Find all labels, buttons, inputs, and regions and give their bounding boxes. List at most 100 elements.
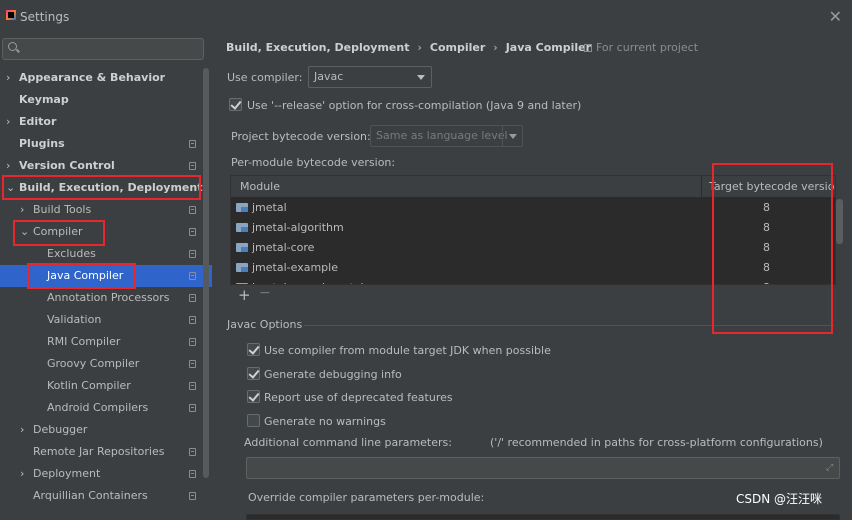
project-scope-icon — [189, 206, 196, 214]
sidebar-item-label: Android Compilers — [47, 401, 149, 414]
deprecated-features-label: Report use of deprecated features — [264, 391, 453, 404]
sidebar-item-java-compiler[interactable]: Java Compiler — [0, 265, 212, 287]
no-warnings-checkbox[interactable] — [247, 414, 260, 427]
column-header-module[interactable]: Module — [240, 180, 280, 193]
window-title: Settings — [20, 10, 70, 24]
sidebar-item-label: Annotation Processors — [47, 291, 170, 304]
override-params-table — [246, 514, 840, 520]
search-input[interactable] — [23, 41, 198, 57]
sidebar-item-excludes[interactable]: Excludes — [0, 243, 212, 265]
search-box[interactable] — [2, 38, 204, 60]
sidebar-item-build-tools[interactable]: › Build Tools — [0, 199, 212, 221]
project-scope-icon — [189, 338, 196, 346]
sidebar-item-label: Keymap — [19, 93, 69, 106]
sidebar-item-rmi-compiler[interactable]: RMI Compiler — [0, 331, 212, 353]
target-version[interactable]: 8 — [763, 238, 770, 258]
use-module-jdk-checkbox[interactable] — [247, 343, 260, 356]
project-scope-icon — [189, 162, 196, 170]
use-module-jdk-label: Use compiler from module target JDK when… — [264, 344, 551, 357]
table-row[interactable]: jmetal-algorithm 8 — [231, 218, 835, 238]
chevron-down-icon: ⌄ — [6, 181, 16, 194]
sidebar-item-groovy-compiler[interactable]: Groovy Compiler — [0, 353, 212, 375]
sidebar-item-android-compilers[interactable]: Android Compilers — [0, 397, 212, 419]
table-header: Module Target bytecode version — [231, 176, 835, 198]
breadcrumb-separator: › — [417, 41, 422, 54]
module-folder-icon — [236, 243, 248, 252]
sidebar-item-editor[interactable]: › Editor — [0, 111, 212, 133]
table-toolbar: + − — [230, 284, 836, 304]
module-folder-icon — [236, 203, 248, 212]
sidebar-item-compiler[interactable]: ⌄ Compiler — [0, 221, 212, 243]
project-scope-icon — [189, 228, 196, 236]
table-row[interactable]: jmetal-core 8 — [231, 238, 835, 258]
target-version[interactable]: 8 — [763, 258, 770, 278]
chevron-right-icon: › — [6, 115, 11, 128]
sidebar-item-keymap[interactable]: Keymap — [0, 89, 212, 111]
chevron-down-icon — [417, 75, 425, 80]
target-version[interactable]: 8 — [763, 198, 770, 218]
additional-params-hint: ('/' recommended in paths for cross-plat… — [490, 436, 823, 449]
search-icon — [8, 42, 17, 51]
breadcrumb: Build, Execution, Deployment › Compiler › Ja… — [226, 38, 591, 58]
sidebar-item-arquillian-containers[interactable]: Arquillian Containers — [0, 485, 212, 507]
breadcrumb-item: Java Compiler — [505, 41, 592, 54]
sidebar-item-debugger[interactable]: › Debugger — [0, 419, 212, 441]
project-scope-icon — [189, 316, 196, 324]
additional-params-input[interactable]: ⤢ — [246, 457, 840, 479]
sidebar-item-label: Deployment — [33, 467, 101, 480]
project-scope-icon — [189, 404, 196, 412]
sidebar-item-label: Build, Execution, Deployment — [19, 181, 203, 194]
release-option-checkbox[interactable] — [229, 98, 242, 111]
sidebar-item-label: Debugger — [33, 423, 88, 436]
watermark: CSDN @汪汪咪 — [736, 492, 823, 506]
project-scope-icon — [189, 250, 196, 258]
project-scope-icon — [189, 492, 196, 500]
sidebar-scrollbar[interactable] — [203, 68, 209, 478]
breadcrumb-item[interactable]: Compiler — [430, 41, 485, 54]
remove-module-button[interactable]: − — [259, 285, 271, 301]
sidebar-item-validation[interactable]: Validation — [0, 309, 212, 331]
breadcrumb-separator: › — [493, 41, 498, 54]
breadcrumb-item[interactable]: Build, Execution, Deployment — [226, 41, 409, 54]
settings-sidebar: › Appearance & Behavior Keymap › Editor Pl… — [0, 34, 212, 516]
sidebar-item-label: Remote Jar Repositories — [33, 445, 165, 458]
target-version[interactable]: 8 — [763, 218, 770, 238]
sidebar-item-deployment[interactable]: › Deployment — [0, 463, 212, 485]
sidebar-item-appearance[interactable]: › Appearance & Behavior — [0, 67, 212, 89]
compiler-select[interactable]: Javac — [308, 66, 432, 88]
deprecated-features-checkbox[interactable] — [247, 390, 260, 403]
table-scrollbar[interactable] — [836, 199, 843, 244]
module-name: jmetal — [252, 201, 287, 214]
table-row[interactable]: jmetal-example 8 — [231, 258, 835, 278]
table-row[interactable]: jmetal 8 — [231, 198, 835, 218]
debug-info-checkbox[interactable] — [247, 367, 260, 380]
project-scope-icon — [584, 44, 592, 52]
sidebar-item-label: Arquillian Containers — [33, 489, 148, 502]
chevron-right-icon: › — [20, 467, 25, 480]
sidebar-item-plugins[interactable]: Plugins — [0, 133, 212, 155]
sidebar-item-label: RMI Compiler — [47, 335, 121, 348]
close-icon[interactable]: ✕ — [829, 7, 842, 26]
no-warnings-label: Generate no warnings — [264, 415, 386, 428]
javac-options-title: Javac Options — [227, 318, 303, 331]
sidebar-item-label: Excludes — [47, 247, 96, 260]
settings-content: Build, Execution, Deployment › Compiler › Ja… — [212, 34, 852, 520]
intellij-logo-icon — [6, 10, 16, 20]
expand-icon[interactable]: ⤢ — [826, 463, 835, 473]
sidebar-item-version-control[interactable]: › Version Control — [0, 155, 212, 177]
scope-label: For current project — [584, 38, 698, 58]
sidebar-item-annotation-processors[interactable]: Annotation Processors — [0, 287, 212, 309]
chevron-right-icon: › — [20, 203, 25, 216]
sidebar-item-remote-jar-repositories[interactable]: Remote Jar Repositories — [0, 441, 212, 463]
use-compiler-label: Use compiler: — [227, 71, 303, 84]
compiler-select-value: Javac — [314, 70, 344, 83]
sidebar-item-label: Groovy Compiler — [47, 357, 140, 370]
add-module-button[interactable]: + — [238, 286, 251, 304]
column-header-target[interactable]: Target bytecode version — [701, 176, 835, 198]
bytecode-version-select[interactable]: Same as language level — [370, 125, 523, 147]
sidebar-item-build-execution-deployment[interactable]: ⌄ Build, Execution, Deployment — [0, 177, 212, 199]
project-scope-icon — [189, 140, 196, 148]
sidebar-item-label: Compiler — [33, 225, 83, 238]
sidebar-item-kotlin-compiler[interactable]: Kotlin Compiler — [0, 375, 212, 397]
sidebar-item-label: Java Compiler — [47, 269, 124, 282]
